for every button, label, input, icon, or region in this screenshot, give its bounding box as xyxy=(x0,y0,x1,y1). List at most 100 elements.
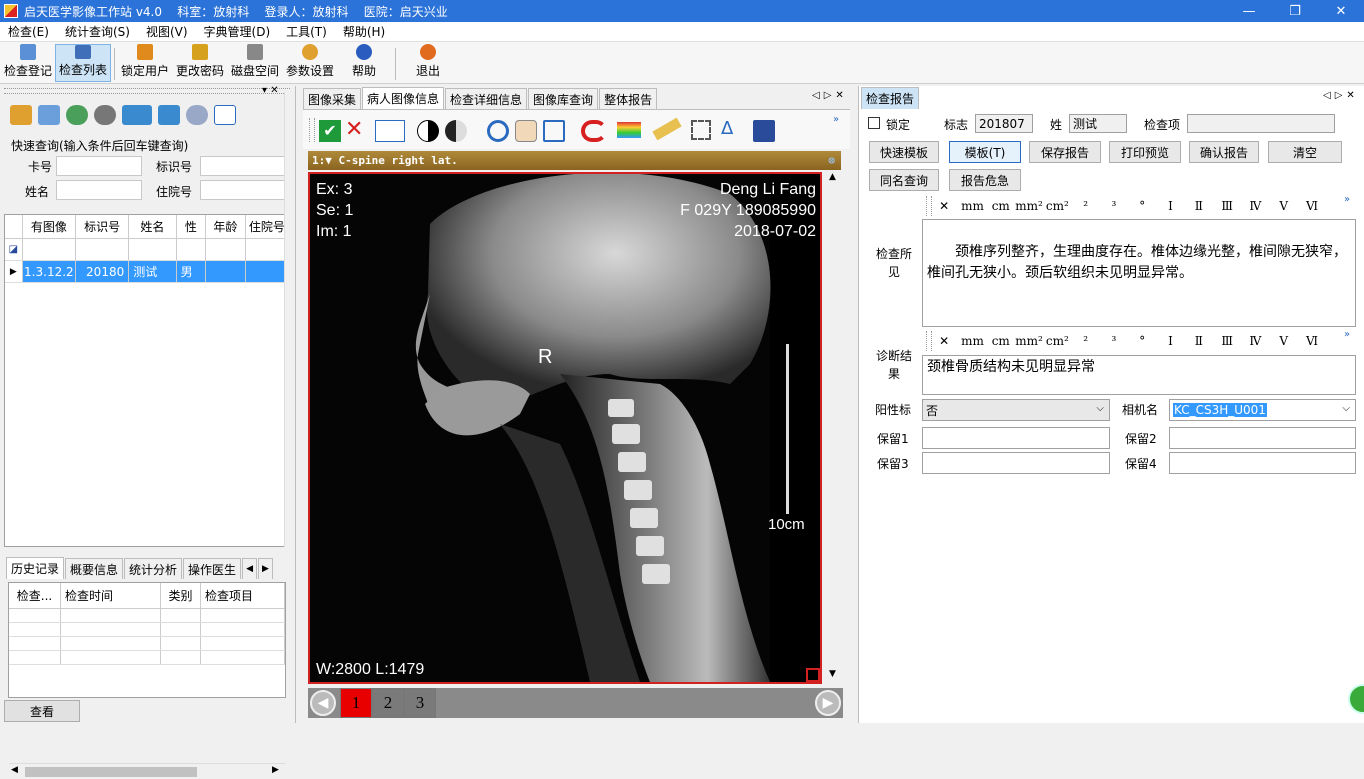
template-button[interactable]: 模板(T) xyxy=(949,141,1021,163)
scroll-down-icon[interactable]: ▼ xyxy=(829,669,836,679)
page-3[interactable]: 3 xyxy=(404,688,436,718)
symbol-sq[interactable]: ² xyxy=(1071,334,1099,348)
settings-button[interactable]: 参数设置 xyxy=(284,44,336,82)
symbol-cm[interactable]: cm xyxy=(987,334,1015,348)
rotate-icon[interactable] xyxy=(581,120,607,142)
col-exam-time[interactable]: 检查时间 xyxy=(61,583,161,608)
help-button[interactable]: 帮助 xyxy=(343,44,385,82)
cell-id[interactable]: 20180 xyxy=(75,261,130,282)
corner-handle[interactable] xyxy=(806,668,820,682)
diagnosis-textarea[interactable]: 颈椎骨质结构未见明显异常 xyxy=(922,355,1356,395)
symbol-cm2[interactable]: cm² xyxy=(1043,199,1071,213)
confirm-report-button[interactable]: 确认报告 xyxy=(1189,141,1259,163)
move-icon[interactable] xyxy=(543,120,565,142)
image-viewport[interactable]: Ex: 3 Se: 1 Im: 1 Deng Li Fang F 029Y 18… xyxy=(308,172,822,684)
symbol-overflow-icon[interactable]: » xyxy=(1344,194,1350,205)
link-icon[interactable]: ⊗ xyxy=(828,151,835,170)
tab-history[interactable]: 历史记录 xyxy=(6,557,65,579)
cell-sex[interactable]: 男 xyxy=(176,261,207,282)
next-page-icon[interactable]: ▶ xyxy=(815,690,841,716)
symbol-roman3[interactable]: Ⅲ xyxy=(1213,199,1241,213)
maximize-button[interactable]: ❐ xyxy=(1272,0,1318,22)
text-annotation-icon[interactable]: Δ xyxy=(721,118,733,139)
mouse-icon[interactable] xyxy=(186,105,208,125)
lock-checkbox[interactable] xyxy=(868,117,880,129)
cell-name[interactable]: 测试 xyxy=(129,261,177,282)
transfer-icon[interactable] xyxy=(122,105,152,125)
cell-image[interactable]: 1.3.12.2 xyxy=(22,261,76,282)
view-button[interactable]: 查看 xyxy=(4,700,80,722)
panel-pin-close[interactable]: ▾ ✕ xyxy=(262,85,279,96)
tab-patient-images[interactable]: 病人图像信息 xyxy=(362,87,445,109)
symbol-clear[interactable]: ✕ xyxy=(930,199,958,213)
col-exam-no[interactable]: 检查... xyxy=(9,583,61,608)
tab-image-capture[interactable]: 图像采集 xyxy=(303,88,362,109)
prev-page-icon[interactable]: ◀ xyxy=(310,690,336,716)
viewer-scrollbar[interactable]: ▲ ▼ xyxy=(826,172,842,684)
left-vertical-scrollbar[interactable] xyxy=(284,92,294,547)
tab-doctor[interactable]: 操作医生 xyxy=(183,558,242,579)
reserve1-input[interactable] xyxy=(922,427,1110,449)
print-preview-button[interactable]: 打印预览 xyxy=(1109,141,1181,163)
symbol-roman6[interactable]: Ⅵ xyxy=(1298,334,1326,348)
minimize-button[interactable]: — xyxy=(1226,0,1272,22)
confirm-icon[interactable]: ✔ xyxy=(319,120,341,142)
delete-icon[interactable]: ✕ xyxy=(345,118,363,142)
symbol-roman5[interactable]: Ⅴ xyxy=(1270,199,1298,213)
tab-stats[interactable]: 统计分析 xyxy=(124,558,183,579)
quick-template-button[interactable]: 快速模板 xyxy=(869,141,939,163)
chart-icon[interactable] xyxy=(214,105,236,125)
menu-stats[interactable]: 统计查询(S) xyxy=(57,23,138,40)
tab-summary[interactable]: 概要信息 xyxy=(65,558,124,579)
symbol-cube[interactable]: ³ xyxy=(1100,334,1128,348)
tab-exam-report[interactable]: 检查报告 xyxy=(861,87,920,109)
ruler-icon[interactable] xyxy=(652,117,682,141)
select-rect-icon[interactable] xyxy=(691,120,711,140)
disk-space-button[interactable]: 磁盘空间 xyxy=(229,44,281,82)
symbol-roman4[interactable]: Ⅳ xyxy=(1241,334,1269,348)
col-id[interactable]: 标识号 xyxy=(76,215,130,238)
menu-help[interactable]: 帮助(H) xyxy=(335,23,393,40)
tab-exam-detail[interactable]: 检查详细信息 xyxy=(445,88,528,109)
tool1-icon[interactable] xyxy=(10,105,32,125)
symbol-degree[interactable]: ° xyxy=(1128,199,1156,213)
tab-image-library[interactable]: 图像库查询 xyxy=(528,88,599,109)
symbol-roman4[interactable]: Ⅳ xyxy=(1241,199,1269,213)
surname-field[interactable]: 测试 xyxy=(1069,114,1127,133)
positive-select[interactable]: 否 ⌵ xyxy=(922,399,1110,421)
col-hospital-no[interactable]: 住院号 xyxy=(246,215,289,238)
id-input[interactable] xyxy=(200,156,286,176)
card-input[interactable] xyxy=(56,156,142,176)
right-tab-nav[interactable]: ◁▷✕ xyxy=(1323,90,1359,101)
findings-textarea[interactable]: 颈椎序列整齐，生理曲度存在。椎体边缘光整，椎间隙无狭窄，椎间孔无狭小。颈后软组织… xyxy=(922,219,1356,327)
table-row[interactable]: ▶ 1.3.12.2 20180 测试 男 xyxy=(5,261,289,283)
color-map-icon[interactable] xyxy=(617,122,641,138)
center-tab-nav[interactable]: ◁▷✕ xyxy=(812,90,848,101)
same-name-query-button[interactable]: 同名查询 xyxy=(869,169,939,191)
exam-list-button[interactable]: 检查列表 xyxy=(55,44,111,82)
menu-tools[interactable]: 工具(T) xyxy=(278,23,335,40)
lock-user-button[interactable]: 锁定用户 xyxy=(119,44,171,82)
tab-next-icon[interactable]: ▶ xyxy=(257,558,273,579)
name-input[interactable] xyxy=(56,180,142,200)
menu-view[interactable]: 视图(V) xyxy=(138,23,196,40)
symbol-roman3[interactable]: Ⅲ xyxy=(1213,334,1241,348)
exit-button[interactable]: 退出 xyxy=(408,44,448,82)
contrast-icon[interactable] xyxy=(417,120,439,142)
reserve3-input[interactable] xyxy=(922,452,1110,474)
symbol-cube[interactable]: ³ xyxy=(1100,199,1128,213)
change-password-button[interactable]: 更改密码 xyxy=(174,44,226,82)
tab-full-report[interactable]: 整体报告 xyxy=(599,88,658,109)
symbol-overflow-icon[interactable]: » xyxy=(1344,329,1350,340)
pan-hand-icon[interactable] xyxy=(515,120,537,142)
reserve4-input[interactable] xyxy=(1169,452,1356,474)
register-button[interactable]: 检查登记 xyxy=(2,44,54,82)
zoom-icon[interactable] xyxy=(487,120,509,142)
exam-item-field[interactable] xyxy=(1187,114,1335,133)
history-scrollbar[interactable]: ◀ ▶ xyxy=(9,763,285,779)
col-category[interactable]: 类别 xyxy=(161,583,201,608)
symbol-cm[interactable]: cm xyxy=(987,199,1015,213)
symbol-roman1[interactable]: Ⅰ xyxy=(1156,199,1184,213)
sync-icon[interactable] xyxy=(158,105,180,125)
save-report-button[interactable]: 保存报告 xyxy=(1029,141,1101,163)
